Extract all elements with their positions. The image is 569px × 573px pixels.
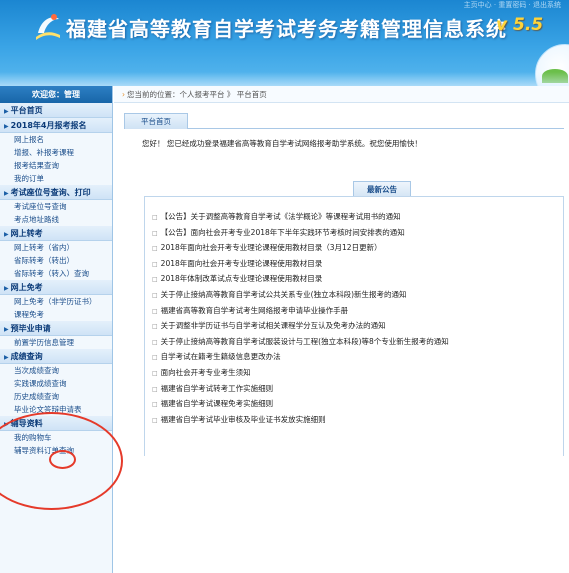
sidebar-item-prior-education[interactable]: 前置学历信息管理 bbox=[0, 336, 112, 349]
list-item[interactable]: □ 关于调整非学历证书与自学考试相关课程学分互认及免考办法的通知 bbox=[152, 318, 552, 334]
list-item[interactable]: □ 福建省自学考试课程免考实施细则 bbox=[152, 396, 552, 412]
notice-header: 最新公告 bbox=[353, 181, 411, 196]
location-icon: › bbox=[122, 90, 125, 99]
square-bullet-icon: □ bbox=[152, 291, 158, 299]
arrow-right-icon: ▶ bbox=[4, 354, 9, 361]
welcome-banner: 欢迎您：管理 bbox=[0, 86, 112, 103]
square-bullet-icon: □ bbox=[152, 229, 158, 237]
square-bullet-icon: □ bbox=[152, 385, 158, 393]
sidebar-item-add-course[interactable]: 增报、补报考课程 bbox=[0, 146, 112, 159]
list-item[interactable]: □ 福建省自学考试转考工作实施细则 bbox=[152, 381, 552, 397]
sidebar-section-home[interactable]: ▶ 平台首页 bbox=[0, 103, 112, 118]
sidebar-item-online-registration[interactable]: 网上报名 bbox=[0, 133, 112, 146]
sidebar-section-pre-graduation[interactable]: ▶ 预毕业申请 bbox=[0, 321, 112, 336]
square-bullet-icon: □ bbox=[152, 369, 158, 377]
sidebar-section-seat-number[interactable]: ▶ 考试座位号查询、打印 bbox=[0, 185, 112, 200]
arrow-right-icon: ▶ bbox=[4, 285, 9, 292]
list-item[interactable]: □ 【公告】关于调整高等教育自学考试《法学概论》等课程考试用书的通知 bbox=[152, 209, 552, 225]
square-bullet-icon: □ bbox=[152, 338, 158, 346]
arrow-right-icon: ▶ bbox=[4, 108, 9, 115]
logo-icon bbox=[36, 14, 60, 40]
sidebar-section-exemption[interactable]: ▶ 网上免考 bbox=[0, 280, 112, 295]
square-bullet-icon: □ bbox=[152, 401, 158, 409]
sidebar-section-registration[interactable]: ▶ 2018年4月报考报名 bbox=[0, 118, 112, 133]
list-item[interactable]: □ 【公告】面向社会开考专业2018年下半年实践环节考核时间安排表的通知 bbox=[152, 225, 552, 241]
arrow-right-icon: ▶ bbox=[4, 231, 9, 238]
square-bullet-icon: □ bbox=[152, 416, 158, 424]
sidebar-item-registration-result[interactable]: 报考结果查询 bbox=[0, 159, 112, 172]
list-item[interactable]: □ 2018年面向社会开考专业理论课程使用教材目录（3月12日更新） bbox=[152, 240, 552, 256]
header-top-links[interactable]: 主页中心 · 重置密码 · 退出系统 bbox=[464, 0, 561, 10]
system-title: 福建省高等教育自学考试考务考籍管理信息系统 bbox=[66, 17, 507, 41]
tab-home[interactable]: 平台首页 bbox=[124, 113, 188, 129]
sidebar-item-seat-query[interactable]: 考试座位号查询 bbox=[0, 200, 112, 213]
list-item[interactable]: □ 2018年面向社会开考专业理论课程使用教材目录 bbox=[152, 256, 552, 272]
list-item[interactable]: □ 关于停止接纳高等教育自学考试服装设计与工程(独立本科段)等8个专业新生报考的通… bbox=[152, 334, 552, 350]
sidebar-item-current-score[interactable]: 当次成绩查询 bbox=[0, 364, 112, 377]
list-item[interactable]: □ 福建省自学考试毕业审核及毕业证书发放实施细则 bbox=[152, 412, 552, 428]
sidebar-section-transfer[interactable]: ▶ 网上转考 bbox=[0, 226, 112, 241]
list-item[interactable]: □ 面向社会开考专业考生须知 bbox=[152, 365, 552, 381]
sidebar-item-transfer-in-query[interactable]: 省际转考（转入）查询 bbox=[0, 267, 112, 280]
sidebar-item-course-exemption[interactable]: 课程免考 bbox=[0, 308, 112, 321]
square-bullet-icon: □ bbox=[152, 214, 158, 221]
main-content: › 您当前的位置：个人报考平台 》 平台首页 平台首页 您好！ 您已经成功登录福建… bbox=[114, 86, 569, 573]
version-badge: v 5.5 bbox=[496, 15, 544, 35]
annotation-circle-small bbox=[49, 450, 76, 469]
list-item[interactable]: □ 关于停止接纳高等教育自学考试公共关系专业(独立本科段)新生报考的通知 bbox=[152, 287, 552, 303]
square-bullet-icon: □ bbox=[152, 323, 158, 331]
square-bullet-icon: □ bbox=[152, 260, 158, 268]
arrow-right-icon: ▶ bbox=[4, 326, 9, 333]
sidebar-item-history-score[interactable]: 历史成绩查询 bbox=[0, 390, 112, 403]
sidebar-item-practice-score[interactable]: 实践课成绩查询 bbox=[0, 377, 112, 390]
square-bullet-icon: □ bbox=[152, 354, 158, 362]
sidebar-item-exam-site-route[interactable]: 考点地址路线 bbox=[0, 213, 112, 226]
sidebar-item-transfer-out[interactable]: 省际转考（转出） bbox=[0, 254, 112, 267]
square-bullet-icon: □ bbox=[152, 276, 158, 284]
breadcrumb: › 您当前的位置：个人报考平台 》 平台首页 bbox=[114, 86, 569, 103]
square-bullet-icon: □ bbox=[152, 307, 158, 315]
notice-list: □ 【公告】关于调整高等教育自学考试《法学概论》等课程考试用书的通知 □ 【公告】面… bbox=[152, 209, 552, 427]
sidebar-section-score-query[interactable]: ▶ 成绩查询 bbox=[0, 349, 112, 364]
list-item[interactable]: □ 自学考试在籍考生籍级信息更改办法 bbox=[152, 349, 552, 365]
list-item[interactable]: □ 2018年体制改革试点专业理论课程使用教材目录 bbox=[152, 271, 552, 287]
welcome-message: 您好！ 您已经成功登录福建省高等教育自学考试网络报考助学系统。祝您使用愉快！ bbox=[142, 139, 422, 148]
arrow-right-icon: ▶ bbox=[4, 123, 9, 130]
sidebar-item-exemption-certificate[interactable]: 网上免考（非学历证书） bbox=[0, 295, 112, 308]
list-item[interactable]: □ 福建省高等教育自学考试考生网络报考申请毕业操作手册 bbox=[152, 303, 552, 319]
sidebar-item-transfer-in-province[interactable]: 网上转考（省内） bbox=[0, 241, 112, 254]
arrow-right-icon: ▶ bbox=[4, 190, 9, 197]
sidebar-item-my-orders[interactable]: 我的订单 bbox=[0, 172, 112, 185]
square-bullet-icon: □ bbox=[152, 245, 158, 253]
app-header: 主页中心 · 重置密码 · 退出系统 福建省高等教育自学考试考务考籍管理信息系统… bbox=[0, 0, 569, 86]
